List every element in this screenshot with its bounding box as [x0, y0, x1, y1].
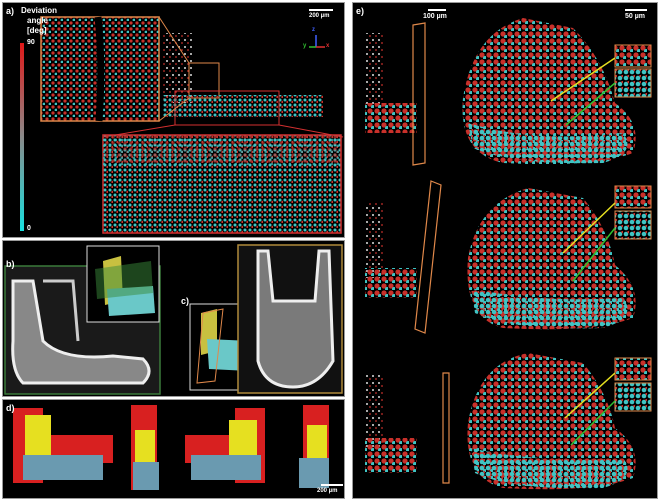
legend-unit: [deg] — [27, 26, 47, 35]
legend-min: 0 — [27, 225, 31, 232]
scale-label-e-right: 50 µm — [625, 13, 645, 20]
scale-label-d: 200 µm — [317, 488, 338, 494]
scale-label-e-left: 100 µm — [423, 13, 447, 20]
panel-e-row — [365, 18, 652, 166]
panel-e-graphic — [365, 18, 652, 490]
panel-a-label: a) — [6, 6, 15, 16]
scale-bar — [309, 9, 333, 11]
colorbar — [20, 43, 24, 231]
panel-e-row — [365, 353, 652, 490]
panel-e-label: e) — [356, 6, 365, 16]
panel-c-label: c) — [181, 296, 190, 306]
panel-b-label: b) — [6, 259, 15, 269]
axis-x: x — [326, 43, 330, 49]
panel-bc: b) c) — [2, 240, 345, 397]
legend-max: 90 — [27, 39, 35, 46]
legend-title-1: Deviation — [21, 6, 58, 15]
axis-z: z — [312, 27, 315, 33]
panel-d: d) 200 µm — [2, 399, 345, 499]
scale-bar-d — [321, 484, 343, 486]
panel-bc-graphic — [4, 244, 343, 395]
scale-bar-e-left — [428, 9, 446, 11]
panel-d-label: d) — [6, 403, 15, 413]
panel-e: e) 100 µm 50 µm — [352, 2, 658, 499]
scale-bar-e-right — [625, 9, 647, 11]
legend-title-2: angle — [27, 16, 48, 25]
panel-e-row — [365, 180, 652, 334]
panel-a-graphic — [20, 16, 344, 234]
scale-label: 200 µm — [309, 13, 330, 19]
axis-y: y — [303, 43, 307, 49]
panel-a: a) Deviation angle [deg] 90 0 200 µm z y… — [2, 2, 345, 238]
panel-d-graphic — [13, 405, 329, 490]
